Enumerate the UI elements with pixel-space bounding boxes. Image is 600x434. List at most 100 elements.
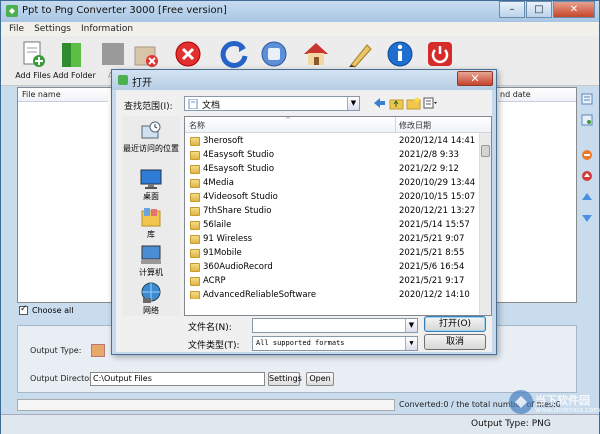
file-name-label: 文件名(N): [188, 323, 232, 333]
settings-button[interactable]: Settings [268, 372, 302, 386]
library-icon [141, 208, 161, 227]
status-bar: Output Type: PNG [1, 414, 599, 434]
place-computer[interactable]: 计算机 [122, 244, 180, 278]
new-folder-icon[interactable] [406, 96, 421, 110]
menu-settings[interactable]: Settings [34, 22, 71, 36]
maximize-button[interactable]: □ [526, 1, 552, 18]
convert-icon[interactable] [219, 39, 249, 69]
watermark-url: www.downxia.com [535, 406, 600, 414]
folder-icon [190, 137, 200, 146]
add-icon [102, 43, 124, 65]
list-item[interactable]: 91Mobile 2021/5/21 8:55 [185, 247, 479, 261]
dialog-body: 查找范围(I): 文档 ▼ 最近访问的位置 桌面 库 计算机 网络 名称 ^ 修… [116, 90, 492, 352]
view-menu-icon[interactable] [423, 96, 438, 110]
list-item[interactable]: ACRP 2021/5/21 9:17 [185, 275, 479, 289]
move-down-icon[interactable] [581, 212, 593, 224]
title-bar: Ppt to Png Converter 3000 [Free version]… [1, 1, 599, 22]
list-item[interactable]: 4Videosoft Studio 2020/10/15 15:07 [185, 191, 479, 205]
file-list-scrollbar[interactable] [479, 133, 491, 315]
folder-icon [190, 277, 200, 286]
back-icon[interactable] [372, 96, 387, 110]
place-network[interactable]: 网络 [122, 282, 180, 316]
folder-icon [190, 151, 200, 160]
clear-icon[interactable] [173, 39, 203, 69]
stop-icon[interactable] [259, 39, 289, 69]
checkbox-icon[interactable] [19, 304, 28, 315]
move-up-icon[interactable] [581, 191, 593, 203]
list-item[interactable]: 56laile 2021/5/14 15:57 [185, 219, 479, 233]
detail-view-icon[interactable] [581, 114, 593, 126]
scrollbar-thumb[interactable] [481, 145, 490, 157]
add-files-button[interactable]: Add Files [13, 39, 53, 80]
home-icon[interactable] [301, 39, 331, 69]
list-item[interactable]: 91 Wireless 2021/5/21 9:07 [185, 233, 479, 247]
add-folder-label: Add Folder [53, 71, 96, 80]
info-icon[interactable] [385, 39, 415, 69]
folder-icon [190, 207, 200, 216]
place-library[interactable]: 库 [122, 206, 180, 240]
list-item[interactable]: 3herosoft 2020/12/14 14:41 [185, 135, 479, 149]
list-item[interactable]: 360AudioRecord 2021/5/6 16:54 [185, 261, 479, 275]
exit-icon[interactable] [425, 39, 455, 69]
list-item[interactable]: 7thShare Studio 2020/12/21 13:27 [185, 205, 479, 219]
menu-information[interactable]: Information [81, 22, 133, 36]
close-button[interactable]: ✕ [553, 1, 595, 18]
place-recent[interactable]: 最近访问的位置 [122, 120, 180, 154]
dialog-app-icon [118, 75, 128, 85]
add-folder-icon [62, 43, 81, 67]
folder-icon [190, 193, 200, 202]
chevron-down-icon[interactable]: ▼ [405, 337, 417, 350]
file-list[interactable]: 名称 ^ 修改日期 3herosoft 2020/12/14 14:41 4Eas… [184, 116, 492, 316]
place-library-label: 库 [147, 230, 155, 239]
add-files-icon [23, 41, 45, 67]
look-in-select[interactable]: 文档 ▼ [184, 96, 360, 111]
file-name-input[interactable]: ▼ [252, 318, 418, 333]
upgrade-icon[interactable] [345, 39, 375, 69]
chevron-down-icon[interactable]: ▼ [347, 97, 359, 110]
list-item[interactable]: 4Media 2020/10/29 13:44 [185, 177, 479, 191]
add-files-label: Add Files [15, 71, 51, 80]
places-bar: 最近访问的位置 桌面 库 计算机 网络 [122, 116, 180, 316]
dialog-title-bar: 打开 ✕ [112, 70, 496, 90]
choose-all-checkbox[interactable]: Choose all [19, 304, 73, 315]
remove-item-icon[interactable] [581, 149, 593, 161]
recent-places-icon [141, 121, 161, 139]
output-type-label: Output Type: [30, 346, 82, 355]
list-item[interactable]: AdvancedReliableSoftware 2020/12/2 14:10 [185, 289, 479, 299]
minimize-button[interactable]: – [499, 1, 525, 18]
look-in-value: 文档 [202, 101, 221, 111]
file-type-label: 文件类型(T): [188, 341, 240, 351]
column-file-name[interactable]: File name [18, 88, 108, 102]
desktop-icon [140, 169, 162, 189]
folder-icon [190, 179, 200, 188]
menu-file[interactable]: File [9, 22, 24, 36]
open-button[interactable]: Open [306, 372, 334, 386]
dialog-close-button[interactable]: ✕ [457, 71, 493, 86]
move-top-icon[interactable] [581, 170, 593, 182]
output-directory-input[interactable]: C:\Output Files [90, 372, 265, 386]
list-view-icon[interactable] [581, 93, 593, 105]
network-icon [141, 282, 161, 303]
column-end-date[interactable]: nd date [498, 88, 576, 102]
file-list-header: 名称 ^ 修改日期 [185, 117, 491, 133]
file-type-select[interactable]: All supported formats ▼ [252, 336, 418, 351]
list-item[interactable]: 4Esaysoft Studio 2021/2/2 9:12 [185, 163, 479, 177]
open-file-dialog: 打开 ✕ 查找范围(I): 文档 ▼ 最近访问的位置 桌面 库 计算机 网络 名… [111, 69, 497, 355]
output-type-select[interactable] [91, 344, 105, 357]
app-window: Ppt to Png Converter 3000 [Free version]… [0, 0, 600, 434]
dialog-cancel-button[interactable]: 取消 [424, 334, 486, 350]
status-output-type: Output Type: PNG [471, 419, 551, 429]
dialog-title: 打开 [132, 78, 152, 89]
column-name[interactable]: 名称 [189, 120, 205, 131]
chevron-down-icon[interactable]: ▼ [405, 319, 417, 332]
remove-icon[interactable] [131, 39, 161, 69]
dialog-open-button[interactable]: 打开(O) [424, 316, 486, 332]
add-folder-button[interactable]: Add Folder [53, 39, 96, 80]
column-modified[interactable]: 修改日期 [399, 120, 431, 131]
place-network-label: 网络 [143, 306, 159, 315]
folder-icon [190, 249, 200, 258]
place-desktop[interactable]: 桌面 [122, 168, 180, 202]
up-folder-icon[interactable] [389, 96, 404, 110]
list-item[interactable]: 4Easysoft Studio 2021/2/8 9:33 [185, 149, 479, 163]
folder-icon [190, 165, 200, 174]
